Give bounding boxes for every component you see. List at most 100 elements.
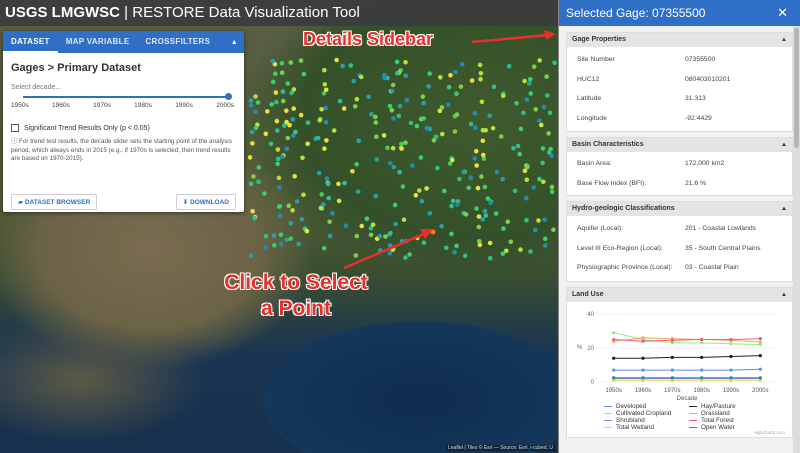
- gage-point[interactable]: [252, 216, 257, 221]
- gage-point[interactable]: [389, 108, 395, 113]
- gage-point[interactable]: [319, 192, 325, 197]
- gage-point[interactable]: [275, 128, 280, 133]
- gage-point[interactable]: [452, 249, 457, 255]
- gage-point[interactable]: [549, 189, 555, 195]
- gage-point[interactable]: [374, 134, 379, 139]
- gage-point[interactable]: [394, 59, 400, 65]
- gage-point[interactable]: [401, 217, 407, 222]
- gage-point[interactable]: [358, 74, 364, 80]
- gage-point[interactable]: [248, 181, 254, 187]
- gage-point[interactable]: [426, 84, 431, 89]
- gage-point[interactable]: [272, 242, 277, 248]
- gage-point[interactable]: [315, 135, 321, 141]
- gage-point[interactable]: [469, 78, 475, 83]
- gage-point[interactable]: [319, 107, 324, 112]
- gage-point[interactable]: [292, 174, 298, 179]
- gage-point[interactable]: [448, 73, 453, 78]
- gage-point[interactable]: [301, 71, 307, 77]
- basin-header[interactable]: Basin Characteristics ▲: [567, 138, 792, 152]
- gage-point[interactable]: [321, 245, 327, 251]
- gage-point[interactable]: [279, 154, 285, 160]
- gage-point[interactable]: [304, 228, 310, 234]
- gage-point[interactable]: [269, 102, 275, 107]
- gage-point[interactable]: [351, 78, 357, 84]
- gage-point[interactable]: [445, 102, 451, 107]
- gage-point[interactable]: [545, 93, 550, 98]
- landuse-header[interactable]: Land Use ▲: [567, 287, 792, 302]
- gage-point[interactable]: [291, 87, 297, 92]
- gage-point[interactable]: [481, 152, 486, 158]
- gage-point[interactable]: [316, 170, 322, 176]
- gage-point[interactable]: [317, 118, 323, 123]
- gage-point[interactable]: [277, 204, 283, 209]
- gage-point[interactable]: [356, 138, 362, 144]
- gage-point[interactable]: [487, 240, 493, 246]
- gage-point[interactable]: [253, 109, 258, 115]
- gage-point[interactable]: [255, 100, 261, 105]
- gage-point[interactable]: [468, 121, 474, 127]
- gage-point[interactable]: [450, 198, 456, 204]
- gage-point[interactable]: [354, 96, 360, 102]
- gage-point[interactable]: [326, 195, 332, 201]
- gage-point[interactable]: [280, 89, 286, 94]
- trend-filter[interactable]: Significant Trend Results Only (p < 0.05…: [3, 109, 244, 132]
- gage-point[interactable]: [388, 161, 393, 166]
- gage-point[interactable]: [390, 82, 396, 88]
- gage-point[interactable]: [341, 106, 347, 111]
- gage-point[interactable]: [305, 141, 311, 147]
- gage-point[interactable]: [439, 223, 445, 229]
- gage-point[interactable]: [286, 203, 292, 208]
- gage-point[interactable]: [381, 133, 387, 138]
- gage-point[interactable]: [457, 176, 462, 182]
- gage-point[interactable]: [248, 103, 254, 108]
- gage-point[interactable]: [528, 77, 533, 82]
- gage-point[interactable]: [348, 63, 354, 68]
- gage-point[interactable]: [373, 114, 378, 120]
- gage-point[interactable]: [390, 145, 396, 151]
- gage-point[interactable]: [271, 233, 277, 239]
- gage-point[interactable]: [463, 212, 469, 217]
- gage-point[interactable]: [543, 236, 548, 241]
- legend-item[interactable]: Hay/Pasture: [689, 403, 736, 410]
- gage-point[interactable]: [500, 251, 506, 256]
- legend-item[interactable]: Total Forest: [689, 417, 734, 424]
- gage-point[interactable]: [546, 131, 551, 136]
- gage-point[interactable]: [472, 156, 477, 161]
- gage-point[interactable]: [392, 202, 398, 208]
- scrollbar-thumb[interactable]: [794, 28, 799, 148]
- gage-point[interactable]: [476, 214, 482, 219]
- gage-point[interactable]: [424, 125, 430, 131]
- gage-point[interactable]: [391, 164, 397, 170]
- gage-point[interactable]: [466, 185, 472, 191]
- gage-point[interactable]: [399, 141, 404, 147]
- gage-point[interactable]: [449, 231, 454, 237]
- gage-point[interactable]: [293, 129, 298, 135]
- gage-point[interactable]: [322, 67, 327, 73]
- gage-point[interactable]: [540, 160, 545, 166]
- gage-point[interactable]: [366, 94, 371, 100]
- gage-point[interactable]: [498, 134, 504, 139]
- gage-point[interactable]: [508, 239, 514, 245]
- gage-point[interactable]: [395, 71, 400, 76]
- gage-point[interactable]: [482, 208, 488, 214]
- gage-point[interactable]: [385, 145, 390, 151]
- gage-point[interactable]: [442, 188, 447, 194]
- gage-point[interactable]: [322, 82, 328, 87]
- gage-properties-header[interactable]: Gage Properties ▲: [567, 33, 792, 47]
- gage-point[interactable]: [521, 110, 526, 116]
- gage-point[interactable]: [427, 71, 432, 76]
- tab-crossfilters[interactable]: CROSSFILTERS: [137, 31, 218, 53]
- gage-point[interactable]: [480, 127, 486, 133]
- gage-point[interactable]: [387, 103, 393, 109]
- gage-point[interactable]: [452, 129, 458, 134]
- gage-point[interactable]: [444, 245, 449, 251]
- gage-point[interactable]: [454, 112, 460, 117]
- gage-point[interactable]: [458, 84, 464, 89]
- gage-point[interactable]: [552, 60, 557, 66]
- gage-point[interactable]: [427, 211, 433, 216]
- gage-point[interactable]: [524, 217, 529, 223]
- gage-point[interactable]: [256, 179, 261, 185]
- gage-point[interactable]: [539, 122, 544, 128]
- gage-point[interactable]: [279, 60, 285, 66]
- tab-dataset[interactable]: DATASET: [3, 31, 58, 53]
